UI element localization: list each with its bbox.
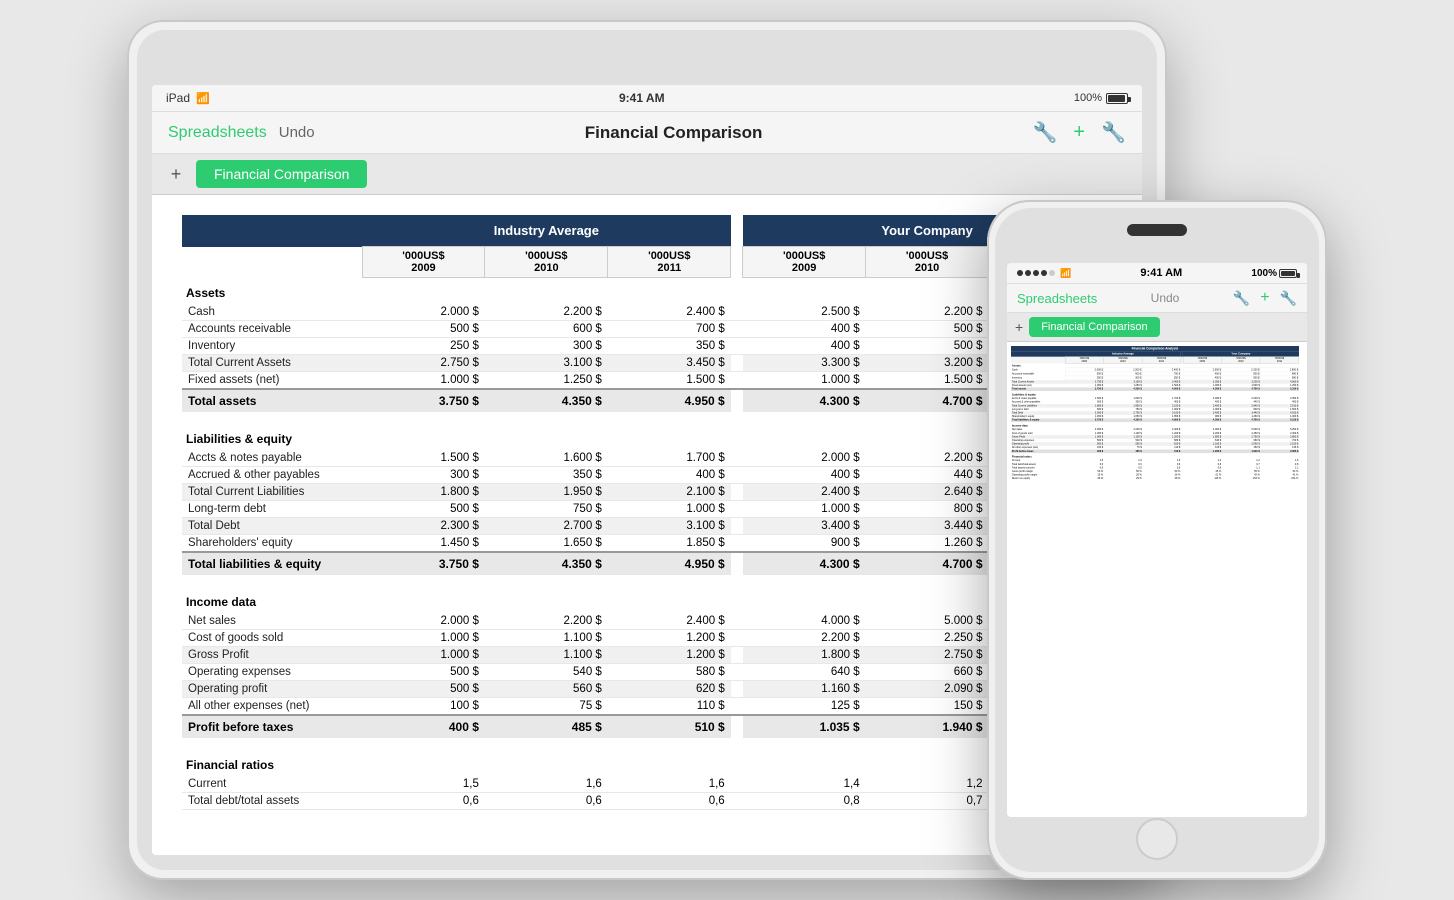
table-row: Gross Profit1.000 $1.100 $1.200 $1.800 $… — [182, 647, 1112, 664]
ia-col1: '000US$2009 — [362, 247, 485, 278]
total-assets-row: Total assets3.750 $4.350 $4.950 $4.300 $… — [182, 389, 1112, 412]
table-row: Fixed assets (net)1.000 $1.250 $1.500 $1… — [182, 372, 1112, 390]
add-tab-button[interactable]: + — [164, 162, 188, 186]
table-row: Long-term debt500 $750 $1.000 $1.000 $80… — [182, 501, 1112, 518]
battery-label: 100% — [1074, 92, 1102, 104]
ipad-nav-bar: Spreadsheets Undo Financial Comparison 🔧… — [152, 112, 1142, 154]
add-icon[interactable]: + — [1073, 121, 1085, 144]
iphone-active-tab[interactable]: Financial Comparison — [1029, 317, 1159, 337]
table-row: Inventory250 $300 $350 $400 $500 $580 $ — [182, 338, 1112, 355]
iphone-battery-icon — [1279, 269, 1297, 278]
table-row: Total Debt2.300 $2.700 $3.100 $3.400 $3.… — [182, 518, 1112, 535]
ia-col3: '000US$2011 — [608, 247, 731, 278]
industry-avg-header: Industry Average — [362, 215, 731, 247]
ipad-status-bar: iPad 📶 9:41 AM 100% — [152, 85, 1142, 112]
iphone-battery-label: 100% — [1251, 268, 1277, 279]
table-row: Accts & notes payable1.500 $1.600 $1.700… — [182, 450, 1112, 467]
spreadsheet-table: Industry Average Your Company '000US$200… — [182, 215, 1112, 810]
iphone-add-tab-button[interactable]: + — [1015, 319, 1023, 335]
spreadsheets-button[interactable]: Spreadsheets — [168, 124, 267, 142]
iphone-add-icon[interactable]: + — [1260, 289, 1269, 307]
iphone-status-bar: 📶 9:41 AM 100% — [1007, 263, 1307, 284]
active-tab[interactable]: Financial Comparison — [196, 160, 367, 188]
iphone-screen: 📶 9:41 AM 100% Spreadsheets Undo 🔧 + — [1007, 263, 1307, 817]
iphone-home-button[interactable] — [1136, 818, 1178, 860]
table-row: Cash2.000 $2.200 $2.400 $2.500 $2.200 $2… — [182, 304, 1112, 321]
wifi-label: 📶 — [1060, 268, 1071, 279]
iphone-device: 📶 9:41 AM 100% Spreadsheets Undo 🔧 + — [987, 200, 1327, 880]
document-title: Financial Comparison — [585, 123, 763, 143]
table-row: Accrued & other payables300 $350 $400 $4… — [182, 467, 1112, 484]
wrench-icon[interactable]: 🔧 — [1033, 120, 1058, 145]
yc-col1: '000US$2009 — [743, 247, 866, 278]
table-row: Total Current Assets2.750 $3.100 $3.450 … — [182, 355, 1112, 372]
iphone-spreadsheet-preview: Financial Comparison Analysis Industry A… — [1007, 342, 1307, 816]
table-row: Total Current Liabilities1.800 $1.950 $2… — [182, 484, 1112, 501]
liabilities-section: Liabilities & equity — [182, 424, 1112, 450]
signal-dots: 📶 — [1017, 268, 1071, 279]
table-row: Accounts receivable500 $600 $700 $400 $5… — [182, 321, 1112, 338]
iphone-settings-icon[interactable]: 🔧 — [1280, 290, 1297, 307]
yc-col2: '000US$2010 — [866, 247, 989, 278]
total-liabilities-row: Total liabilities & equity3.750 $4.350 $… — [182, 552, 1112, 575]
settings-icon[interactable]: 🔧 — [1101, 120, 1126, 145]
iphone-nav-bar: Spreadsheets Undo 🔧 + 🔧 — [1007, 284, 1307, 313]
table-row: Operating profit500 $560 $620 $1.160 $2.… — [182, 681, 1112, 698]
ratios-section: Financial ratios — [182, 750, 1112, 776]
iphone-tab-bar: + Financial Comparison — [1007, 313, 1307, 342]
table-row: Operating expenses500 $540 $580 $640 $66… — [182, 664, 1112, 681]
income-section: Income data — [182, 587, 1112, 613]
table-row: Current1,51,61,61,41,21,6 — [182, 776, 1112, 793]
ipad-time: 9:41 AM — [619, 91, 665, 105]
iphone-spreadsheets-button[interactable]: Spreadsheets — [1017, 291, 1097, 306]
profit-before-taxes-row: Profit before taxes400 $485 $510 $1.035 … — [182, 715, 1112, 738]
ia-col2: '000US$2010 — [485, 247, 608, 278]
table-row: Net sales2.000 $2.200 $2.400 $4.000 $5.0… — [182, 613, 1112, 630]
ipad-device-label: iPad — [166, 91, 190, 105]
iphone-undo-button[interactable]: Undo — [1151, 291, 1180, 305]
wifi-icon: 📶 — [196, 92, 210, 105]
iphone-camera — [1127, 224, 1187, 236]
scene: iPad 📶 9:41 AM 100% Spreadsheets Undo — [127, 20, 1327, 880]
table-row: Cost of goods sold1.000 $1.100 $1.200 $2… — [182, 630, 1112, 647]
ipad-tab-bar: + Financial Comparison — [152, 154, 1142, 195]
table-row: Shareholders' equity1.450 $1.650 $1.850 … — [182, 535, 1112, 553]
iphone-time: 9:41 AM — [1140, 267, 1182, 279]
assets-section: Assets — [182, 278, 1112, 305]
iphone-preview-table: Financial Comparison Analysis Industry A… — [1011, 346, 1299, 481]
undo-button[interactable]: Undo — [279, 124, 315, 141]
iphone-wrench-icon[interactable]: 🔧 — [1233, 290, 1250, 307]
table-row: Total debt/total assets0,60,60,60,80,70,… — [182, 793, 1112, 810]
battery-icon — [1106, 93, 1128, 104]
table-row: All other expenses (net)100 $75 $110 $12… — [182, 698, 1112, 716]
